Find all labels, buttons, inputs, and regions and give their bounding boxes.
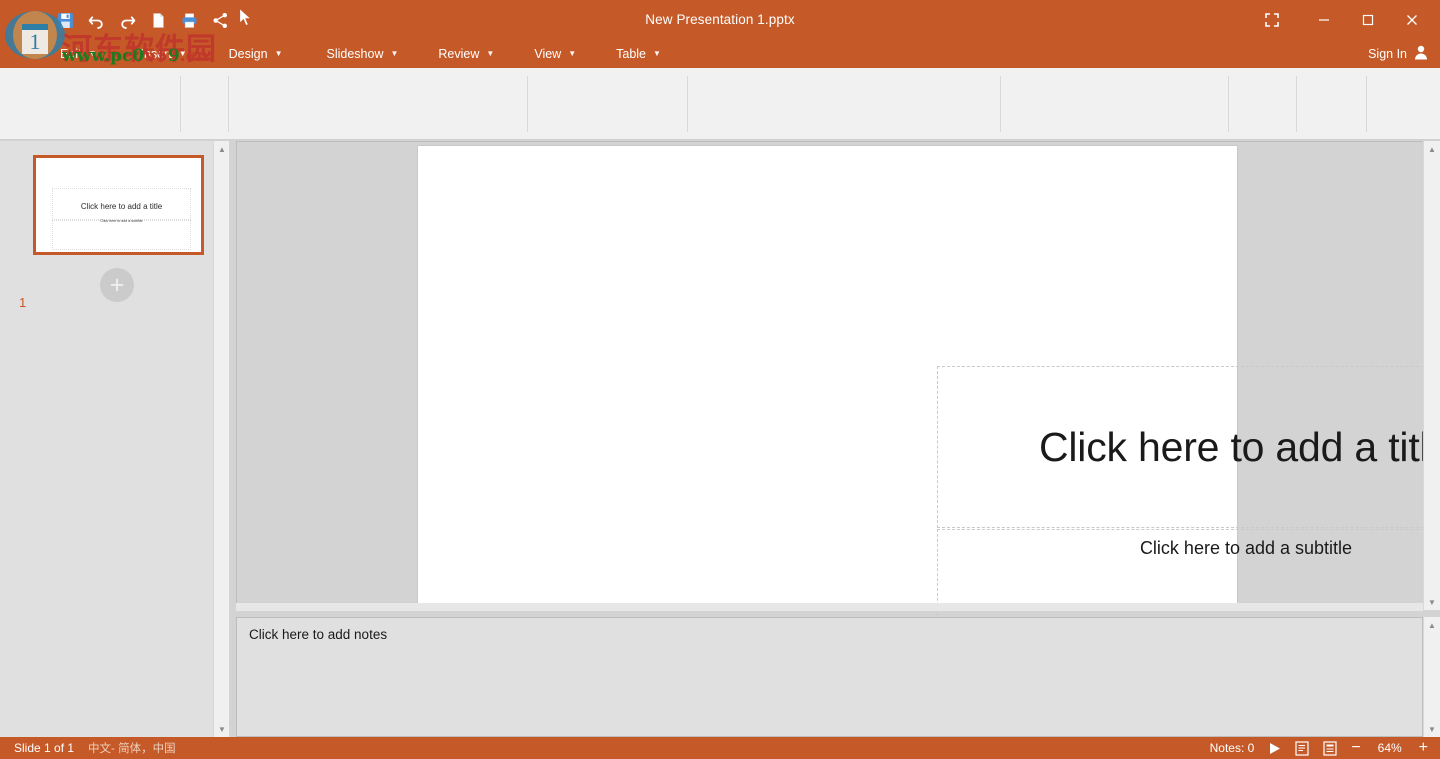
ribbon-separator [527, 76, 528, 132]
status-bar: Slide 1 of 1 中文- 简体，中国 Notes: 0 − 64% + [0, 737, 1440, 759]
scroll-up-icon[interactable]: ▲ [214, 141, 230, 157]
menu-item-view[interactable]: View ▼ [534, 47, 576, 61]
thumbnail-number: 1 [19, 295, 26, 310]
play-slideshow-button[interactable] [1268, 742, 1281, 755]
sign-in-button[interactable]: Sign In [1368, 40, 1428, 68]
zoom-out-button[interactable]: − [1351, 740, 1360, 756]
ribbon-separator [1228, 76, 1229, 132]
scroll-down-icon[interactable]: ▼ [214, 721, 230, 737]
print-icon[interactable] [179, 10, 199, 30]
slide-count-label: Slide 1 of 1 [14, 741, 74, 755]
menu-label-design: Design [229, 47, 268, 61]
title-bar: New Presentation 1.pptx [0, 0, 1440, 40]
fullscreen-button[interactable] [1252, 4, 1292, 36]
ribbon-separator [687, 76, 688, 132]
menu-label-edit: Edit [60, 47, 82, 61]
ribbon-toolbar: Paste ▼ Format Painter New ▼ [0, 68, 1440, 140]
thumbnail-subtitle-placeholder-box [52, 220, 191, 250]
title-placeholder-text: Click here to add a title [1039, 424, 1440, 471]
save-icon[interactable] [55, 10, 75, 30]
outline-view-button[interactable] [1323, 741, 1337, 756]
menu-label-table: Table [616, 47, 646, 61]
chevron-down-icon: ▼ [89, 50, 97, 58]
ribbon-separator [1366, 76, 1367, 132]
slide-canvas[interactable]: Click here to add a title Click here to … [417, 145, 1238, 607]
scroll-up-icon[interactable]: ▲ [1424, 617, 1440, 633]
menu-label-insert: Insert [140, 47, 171, 61]
ribbon-separator [228, 76, 229, 132]
chevron-down-icon: ▼ [179, 50, 187, 58]
add-slide-button[interactable]: + [100, 268, 134, 302]
ribbon-separator [1296, 76, 1297, 132]
maximize-button[interactable] [1346, 4, 1390, 36]
thumbnail-subtitle-text: Click here to add a subtitle [52, 219, 191, 223]
notes-pane-scrollbar[interactable]: ▲ ▼ [1423, 617, 1440, 737]
mouse-cursor-icon [238, 8, 254, 33]
menu-bar: Edit ▼ Insert ▼ Design ▼ Slideshow ▼ Rev… [0, 40, 1440, 68]
chevron-down-icon: ▼ [390, 50, 398, 58]
share-icon[interactable] [210, 10, 230, 30]
menu-item-insert[interactable]: Insert ▼ [140, 47, 186, 61]
menu-item-table[interactable]: Table ▼ [616, 47, 661, 61]
minimize-button[interactable] [1302, 4, 1346, 36]
window-controls [1252, 0, 1434, 40]
slide-thumbnail-1[interactable]: Click here to add a title Click here to … [33, 155, 204, 255]
ribbon-separator [1000, 76, 1001, 132]
title-placeholder[interactable]: Click here to add a title [937, 366, 1440, 528]
sign-in-label: Sign In [1368, 47, 1407, 61]
notes-pane[interactable]: Click here to add notes [236, 617, 1423, 737]
scroll-down-icon[interactable]: ▼ [1424, 721, 1440, 737]
language-indicator[interactable]: 中文- 简体，中国 [88, 740, 176, 756]
close-button[interactable] [1390, 4, 1434, 36]
slide-thumbnail-pane: 1 Click here to add a title Click here t… [0, 141, 213, 737]
edit-area-vscrollbar[interactable]: ▲ ▼ [1423, 141, 1440, 610]
scroll-down-icon[interactable]: ▼ [1424, 594, 1440, 610]
menu-item-slideshow[interactable]: Slideshow ▼ [327, 47, 399, 61]
subtitle-placeholder-text: Click here to add a subtitle [938, 538, 1440, 559]
new-document-icon[interactable] [148, 10, 168, 30]
menu-item-review[interactable]: Review ▼ [438, 47, 494, 61]
quick-access-toolbar [55, 6, 230, 34]
menu-label-review: Review [438, 47, 479, 61]
scroll-up-icon[interactable]: ▲ [1424, 141, 1440, 157]
chevron-down-icon: ▼ [568, 50, 576, 58]
ribbon-separator [180, 76, 181, 132]
zoom-level-label[interactable]: 64% [1375, 741, 1405, 755]
notes-count-label[interactable]: Notes: 0 [1210, 741, 1255, 755]
notes-placeholder-text: Click here to add notes [249, 627, 387, 642]
zoom-in-button[interactable]: + [1419, 740, 1428, 756]
thumbnail-title-text: Click here to add a title [52, 202, 191, 211]
edit-area-hscrollbar[interactable] [236, 603, 1423, 611]
menu-item-design[interactable]: Design ▼ [229, 47, 283, 61]
chevron-down-icon: ▼ [653, 50, 661, 58]
chevron-down-icon: ▼ [486, 50, 494, 58]
redo-icon[interactable] [117, 10, 137, 30]
powerpoint-window: New Presentation 1.pptx [0, 0, 1440, 759]
chevron-down-icon: ▼ [275, 50, 283, 58]
thumbnail-pane-scrollbar[interactable]: ▲ ▼ [213, 141, 229, 737]
user-account-icon [1414, 45, 1428, 63]
menu-label-slideshow: Slideshow [327, 47, 384, 61]
normal-view-button[interactable] [1295, 741, 1309, 756]
undo-icon[interactable] [86, 10, 106, 30]
menu-label-view: View [534, 47, 561, 61]
menu-item-edit[interactable]: Edit ▼ [60, 47, 96, 61]
